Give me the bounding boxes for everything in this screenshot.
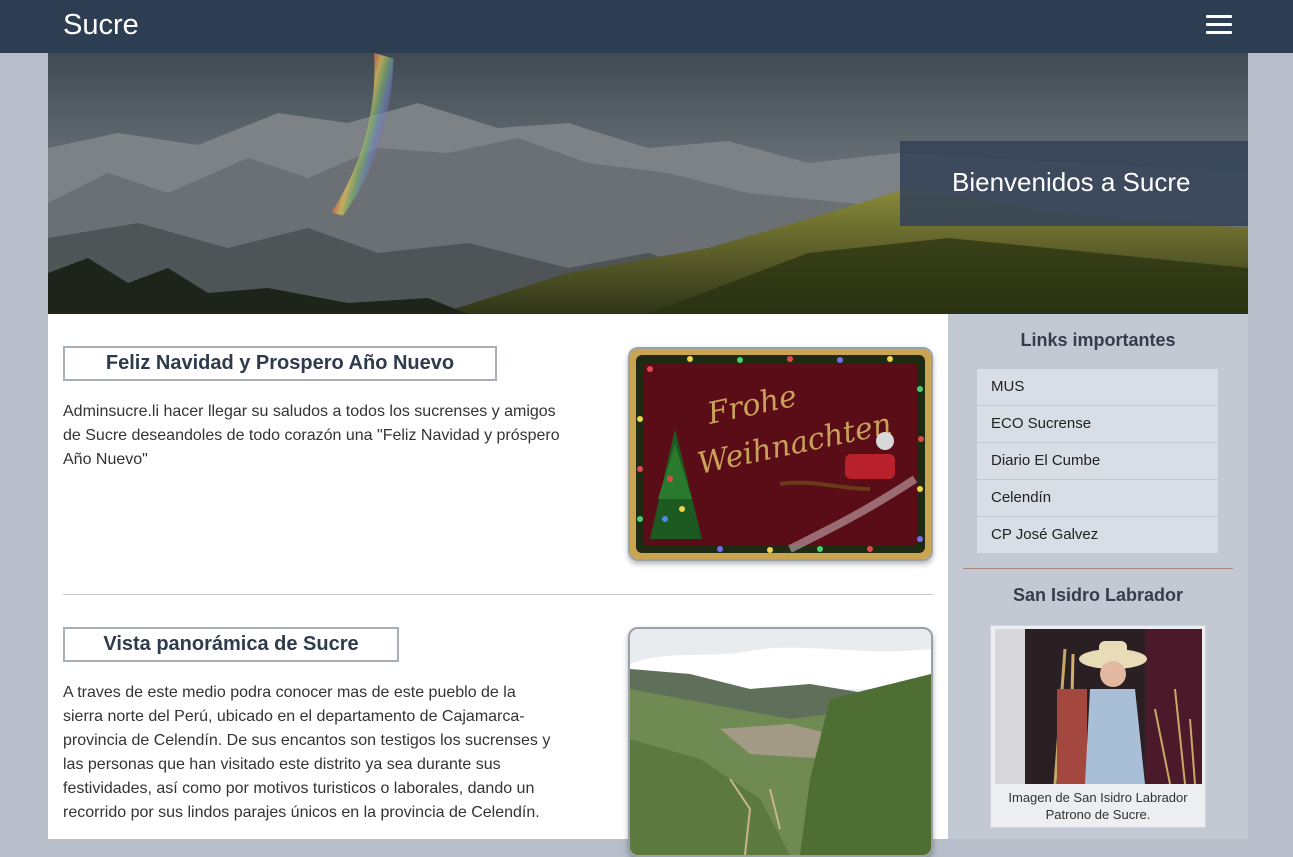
post-title[interactable]: Vista panorámica de Sucre [63,627,399,662]
post-title[interactable]: Feliz Navidad y Prospero Año Nuevo [63,346,497,381]
hamburger-menu-icon[interactable] [1205,15,1233,39]
figure-caption-line: Patrono de Sucre. [1045,807,1151,822]
post-body-line: festividades, así como por motivos turis… [63,780,535,797]
post-body-line: Adminsucre.li hacer llegar su saludos a … [63,403,556,420]
sidebar-divider [963,568,1233,569]
post-divider [63,594,933,595]
link-celendin[interactable]: Celendín [977,480,1218,517]
post-body-line: de Sucre deseandoles de todo corazón una… [63,427,560,444]
link-eco-sucrense[interactable]: ECO Sucrense [977,406,1218,443]
post-body-line: provincia de Celendín. De sus encantos s… [63,732,551,749]
figure-caption: Imagen de San Isidro Labrador Patrono de… [991,789,1205,823]
post-body-line: A traves de este medio podra conocer mas… [63,684,516,701]
post-body-line: Año Nuevo" [63,451,148,468]
links-list: MUS ECO Sucrense Diario El Cumbe Celendí… [977,369,1218,554]
san-isidro-image[interactable] [995,629,1202,784]
link-mus[interactable]: MUS [977,369,1218,406]
christmas-card-image[interactable]: Frohe Weihnachten [628,347,933,561]
saint-heading: San Isidro Labrador [1012,585,1184,605]
valley-landscape-graphic [630,629,931,855]
post-body-line: sierra norte del Perú, ubicado en el dep… [63,708,525,725]
post-body-line: las personas que han visitado este distr… [63,756,501,773]
links-heading: Links importantes [1020,330,1176,350]
post-body: A traves de este medio podra conocer mas… [63,681,623,825]
link-diario-el-cumbe[interactable]: Diario El Cumbe [977,443,1218,480]
hero-banner-image: Bienvenidos a Sucre [48,53,1248,314]
statue-graphic [995,629,1202,784]
post-body-line: recorrido por sus lindos parajes únicos … [63,804,540,821]
christmas-card-graphic: Frohe Weihnachten [630,349,931,559]
top-navbar: Sucre [0,0,1293,53]
main-content: Feliz Navidad y Prospero Año Nuevo Admin… [48,314,948,857]
saint-figure: Imagen de San Isidro Labrador Patrono de… [990,625,1206,828]
welcome-banner-text: Bienvenidos a Sucre [952,167,1191,197]
site-title[interactable]: Sucre [63,9,139,42]
link-cp-jose-galvez[interactable]: CP José Galvez [977,517,1218,554]
post-body: Adminsucre.li hacer llegar su saludos a … [63,400,623,472]
figure-caption-line: Imagen de San Isidro Labrador [1008,790,1188,805]
welcome-banner: Bienvenidos a Sucre [900,141,1248,226]
valley-panorama-image[interactable] [628,627,933,857]
sidebar: Links importantes MUS ECO Sucrense Diari… [948,314,1248,839]
